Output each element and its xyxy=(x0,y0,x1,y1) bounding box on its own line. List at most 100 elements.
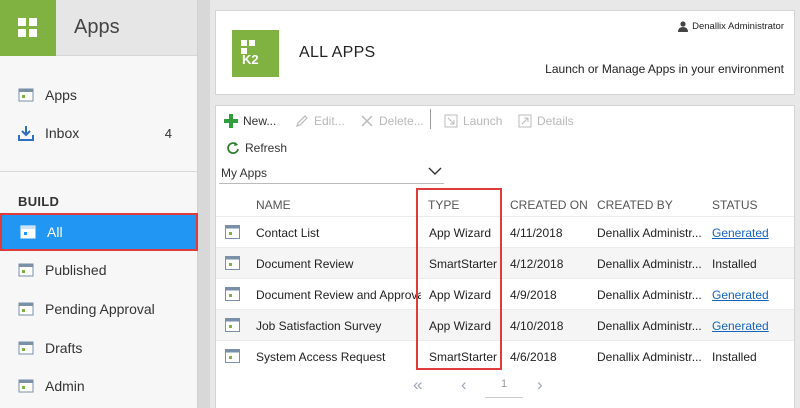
refresh-icon xyxy=(227,142,239,154)
app-form-icon xyxy=(225,349,240,363)
chevron-down-icon xyxy=(428,167,442,175)
launch-button-label: Launch xyxy=(463,114,503,128)
cell-type: SmartStarter xyxy=(429,350,498,364)
status-link[interactable]: Generated xyxy=(712,319,769,333)
column-header-status[interactable]: STATUS xyxy=(712,198,758,212)
sidebar-item-apps[interactable]: Apps xyxy=(0,76,198,114)
app-title: Apps xyxy=(74,16,120,38)
delete-button-label: Delete... xyxy=(379,114,424,128)
details-button-label: Details xyxy=(537,114,574,128)
sidebar-item-label: Apps xyxy=(45,87,77,103)
cell-created-by: Denallix Administr... xyxy=(597,257,702,271)
launch-icon xyxy=(444,114,458,128)
cell-created-on: 4/11/2018 xyxy=(510,226,563,240)
page-number-input[interactable]: 1 xyxy=(485,378,523,398)
cell-created-by: Denallix Administr... xyxy=(597,350,702,364)
sidebar-header: Apps xyxy=(0,0,197,56)
new-button[interactable]: New... xyxy=(224,114,276,128)
section-label-build: BUILD xyxy=(18,194,60,209)
details-icon xyxy=(518,114,532,128)
user-name: Denallix Administrator xyxy=(692,21,784,32)
sidebar-item-admin[interactable]: Admin xyxy=(0,367,198,405)
delete-button[interactable]: Delete... xyxy=(360,114,424,128)
edit-button[interactable]: Edit... xyxy=(295,114,345,128)
panel-splitter xyxy=(198,0,210,408)
column-header-type[interactable]: TYPE xyxy=(428,198,459,212)
app-filter-value: My Apps xyxy=(221,165,268,180)
sidebar-item-label: All xyxy=(47,224,63,240)
cell-created-by: Denallix Administr... xyxy=(597,288,702,302)
inbox-count-badge: 4 xyxy=(164,125,172,141)
sidebar-item-drafts[interactable]: Drafts xyxy=(0,329,198,367)
first-page-icon[interactable]: « xyxy=(413,375,422,395)
cell-name: Document Review and Approval xyxy=(256,288,421,302)
app-form-icon xyxy=(225,287,240,301)
sidebar-item-published[interactable]: Published xyxy=(0,251,198,289)
inbox-icon xyxy=(18,126,34,141)
cell-type: App Wizard xyxy=(429,288,492,302)
cell-created-by: Denallix Administr... xyxy=(597,319,702,333)
table-row[interactable]: Job Satisfaction Survey App Wizard 4/10/… xyxy=(216,309,794,340)
app-form-icon xyxy=(225,225,240,239)
status-text: Installed xyxy=(712,257,757,271)
sidebar-item-all[interactable]: All xyxy=(0,213,198,251)
previous-page-icon[interactable]: ‹ xyxy=(461,375,467,395)
apps-grid-icon[interactable] xyxy=(0,0,56,56)
cell-created-by: Denallix Administr... xyxy=(597,226,702,240)
user-menu[interactable]: Denallix Administrator xyxy=(678,21,784,32)
sidebar-item-label: Pending Approval xyxy=(45,301,155,317)
column-header-created-by[interactable]: CREATED BY xyxy=(597,198,673,212)
status-link[interactable]: Generated xyxy=(712,288,769,302)
details-button[interactable]: Details xyxy=(518,114,574,128)
page-header: K2 ALL APPS Denallix Administrator Launc… xyxy=(215,10,795,95)
page-tagline: Launch or Manage Apps in your environmen… xyxy=(545,62,784,76)
sidebar-item-pending-approval[interactable]: Pending Approval xyxy=(0,290,198,328)
close-icon xyxy=(361,115,373,127)
sidebar: Apps Apps Inbox 4 BUILD All Published Pe… xyxy=(0,0,198,408)
user-icon xyxy=(678,21,689,32)
launch-button[interactable]: Launch xyxy=(444,114,502,128)
sidebar-item-label: Drafts xyxy=(45,340,83,356)
column-header-name[interactable]: NAME xyxy=(256,198,291,212)
sidebar-divider xyxy=(0,171,198,172)
toolbar-separator xyxy=(430,109,431,129)
column-header-created-on[interactable]: CREATED ON xyxy=(510,198,588,212)
pagination: « ‹ 1 › xyxy=(411,373,571,401)
cell-name: Document Review xyxy=(256,257,354,271)
form-icon xyxy=(18,302,34,316)
cell-name: Job Satisfaction Survey xyxy=(256,319,382,333)
page-title: ALL APPS xyxy=(299,44,376,61)
status-text: Installed xyxy=(712,350,757,364)
status-link[interactable]: Generated xyxy=(712,226,769,240)
cell-type: SmartStarter xyxy=(429,257,498,271)
table-header: NAME TYPE CREATED ON CREATED BY STATUS xyxy=(216,191,794,217)
sidebar-item-inbox[interactable]: Inbox 4 xyxy=(0,114,198,152)
apps-panel: New... Edit... Delete... Launch Details … xyxy=(215,105,795,408)
form-icon xyxy=(18,88,34,102)
table-row[interactable]: Document Review and Approval App Wizard … xyxy=(216,278,794,309)
cell-created-on: 4/12/2018 xyxy=(510,257,564,271)
cell-created-on: 4/6/2018 xyxy=(510,350,557,364)
cell-name: Contact List xyxy=(256,226,320,240)
plus-icon xyxy=(224,114,238,128)
refresh-button-label: Refresh xyxy=(245,141,288,155)
cell-created-on: 4/9/2018 xyxy=(510,288,557,302)
app-filter-select[interactable]: My Apps xyxy=(219,162,444,184)
k2-logo: K2 xyxy=(232,30,279,77)
table-row[interactable]: System Access Request SmartStarter 4/6/2… xyxy=(216,340,794,371)
sidebar-item-label: Admin xyxy=(45,378,85,394)
form-icon xyxy=(18,263,34,277)
edit-button-label: Edit... xyxy=(314,114,345,128)
app-form-icon xyxy=(225,256,240,270)
cell-created-on: 4/10/2018 xyxy=(510,319,564,333)
k2-logo-text: K2 xyxy=(242,52,259,67)
cell-type: App Wizard xyxy=(429,226,492,240)
table-row[interactable]: Contact List App Wizard 4/11/2018 Denall… xyxy=(216,216,794,247)
form-icon xyxy=(18,379,34,393)
table-row[interactable]: Document Review SmartStarter 4/12/2018 D… xyxy=(216,247,794,278)
cell-type: App Wizard xyxy=(429,319,492,333)
app-form-icon xyxy=(225,318,240,332)
sidebar-item-label: Published xyxy=(45,262,107,278)
refresh-button[interactable]: Refresh xyxy=(226,141,287,155)
next-page-icon[interactable]: › xyxy=(537,375,543,395)
